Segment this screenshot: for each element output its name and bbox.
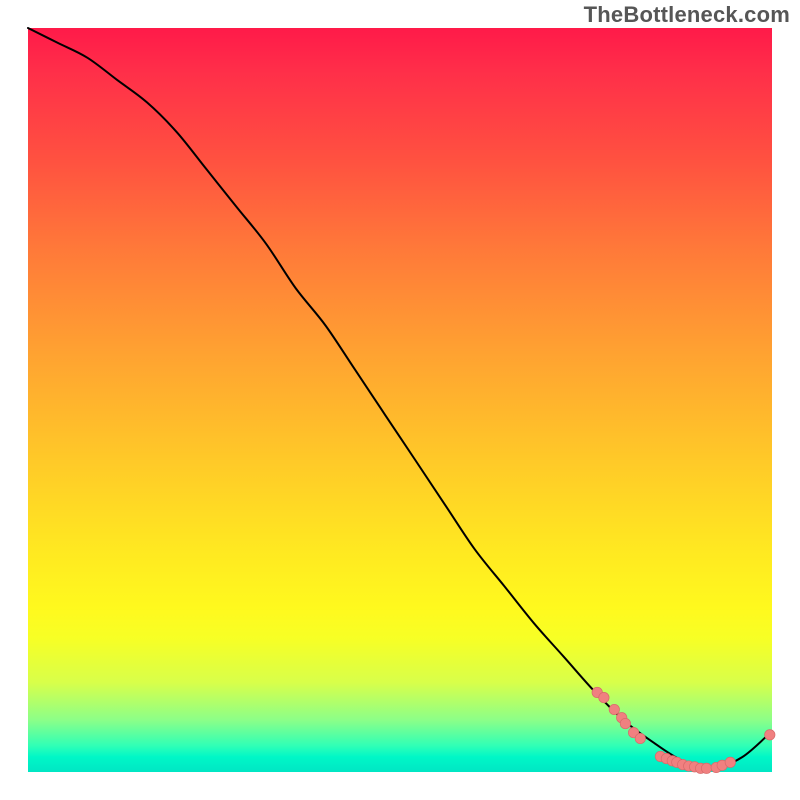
- bottleneck-curve: [28, 28, 772, 768]
- highlight-dot: [609, 704, 619, 714]
- highlight-dot: [599, 692, 609, 702]
- chart-overlay: [28, 28, 772, 772]
- highlight-dot: [765, 730, 775, 740]
- highlight-dot: [635, 733, 645, 743]
- watermark-text: TheBottleneck.com: [584, 2, 790, 28]
- highlight-dots-group: [592, 687, 775, 773]
- highlight-dot: [725, 757, 735, 767]
- plot-area: [28, 28, 772, 772]
- chart-container: TheBottleneck.com: [0, 0, 800, 800]
- highlight-dot: [701, 763, 711, 773]
- highlight-dot: [620, 718, 630, 728]
